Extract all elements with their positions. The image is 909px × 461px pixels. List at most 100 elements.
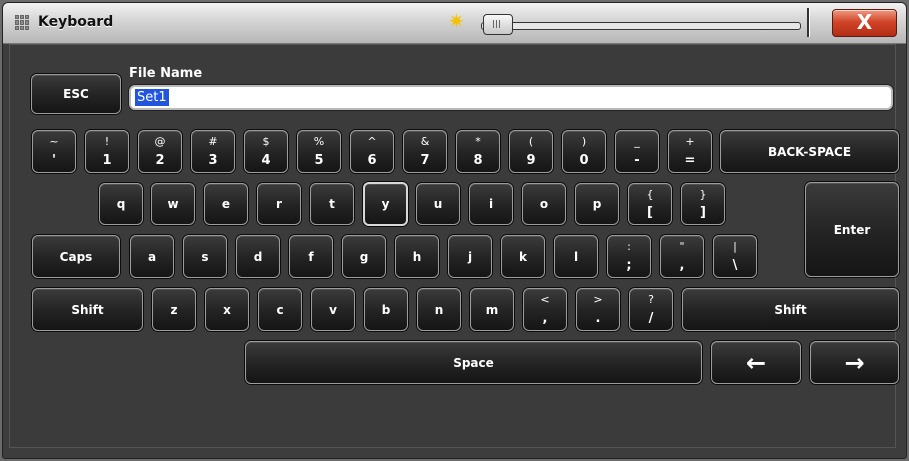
key-k[interactable]: k xyxy=(501,235,545,278)
key-label: \ xyxy=(732,258,738,273)
key-label: Enter xyxy=(833,223,871,237)
key-y[interactable]: y xyxy=(363,182,408,226)
key-shift-left[interactable]: Shift xyxy=(32,288,143,331)
key-comma[interactable]: <, xyxy=(523,288,567,331)
key-enter[interactable]: Enter xyxy=(805,182,899,277)
key-w[interactable]: w xyxy=(151,183,195,225)
key-j[interactable]: j xyxy=(448,235,492,278)
key-label: o xyxy=(539,197,549,211)
key-z[interactable]: z xyxy=(152,288,196,331)
key-minus[interactable]: _ - xyxy=(615,130,659,173)
key-8[interactable]: * 8 xyxy=(456,130,500,173)
key-label: f xyxy=(308,249,314,264)
key-shift-label: | xyxy=(733,240,737,253)
key-s[interactable]: s xyxy=(183,235,227,278)
key-l[interactable]: l xyxy=(554,235,598,278)
key-shift-label: + xyxy=(685,135,695,148)
key-label: , xyxy=(679,258,685,273)
key-u[interactable]: u xyxy=(416,183,460,225)
key-shift-label: ^ xyxy=(367,135,377,148)
key-label: , xyxy=(542,311,548,326)
key-label: p xyxy=(592,197,602,211)
key-label: a xyxy=(147,249,157,264)
key-x[interactable]: x xyxy=(205,288,249,331)
brightness-slider-thumb[interactable] xyxy=(483,14,513,35)
key-4[interactable]: $4 xyxy=(244,130,288,173)
key-shift-label: * xyxy=(475,135,481,148)
key-h[interactable]: h xyxy=(395,235,439,278)
key-p[interactable]: p xyxy=(575,183,619,225)
key-e[interactable]: e xyxy=(204,183,248,225)
key-g[interactable]: g xyxy=(342,235,386,278)
key-t[interactable]: t xyxy=(310,183,354,225)
key-semicolon[interactable]: :; xyxy=(607,235,651,278)
key-shift-label: @ xyxy=(154,135,166,148)
key-label: . xyxy=(595,311,601,326)
key-left-bracket[interactable]: {[ xyxy=(628,183,672,225)
key-v[interactable]: v xyxy=(311,288,355,331)
key-3[interactable]: #3 xyxy=(191,130,235,173)
key-r[interactable]: r xyxy=(257,183,301,225)
key-backspace[interactable]: BACK- SPACE xyxy=(720,130,899,173)
key-label: 7 xyxy=(420,153,430,168)
key-7[interactable]: & 7 xyxy=(403,130,447,173)
key-slash[interactable]: ? / xyxy=(629,288,673,331)
key-label: ] xyxy=(700,205,706,220)
key-d[interactable]: d xyxy=(236,235,280,278)
file-name-label: File Name xyxy=(129,66,203,81)
key-quote[interactable]: ", xyxy=(660,235,704,278)
key-6[interactable]: ^ 6 xyxy=(350,130,394,173)
key-m[interactable]: m xyxy=(470,288,514,331)
brightness-slider-track[interactable] xyxy=(481,22,801,30)
key-1[interactable]: ! 1 xyxy=(85,130,129,173)
key-q[interactable]: q xyxy=(99,183,143,225)
key-space[interactable]: Space xyxy=(245,341,702,384)
close-button[interactable]: X xyxy=(832,9,897,37)
key-label: - xyxy=(634,153,640,168)
key-shift-label: ! xyxy=(104,135,110,148)
key-c[interactable]: c xyxy=(258,288,302,331)
key-n[interactable]: n xyxy=(417,288,461,331)
key-label: j xyxy=(467,249,473,264)
key-period[interactable]: >. xyxy=(576,288,620,331)
key-o[interactable]: o xyxy=(522,183,566,225)
key-caps[interactable]: Caps xyxy=(32,235,120,278)
key-f[interactable]: f xyxy=(289,235,333,278)
key-arrow-left[interactable]: ← xyxy=(711,341,801,384)
file-name-input[interactable]: Set1 xyxy=(129,85,893,110)
key-label: q xyxy=(116,197,126,211)
key-0[interactable]: ) 0 xyxy=(562,130,606,173)
key-tilde[interactable]: ~ ' xyxy=(32,130,76,173)
key-label: x xyxy=(223,302,231,317)
key-5[interactable]: % 5 xyxy=(297,130,341,173)
key-shift-label: ~ xyxy=(49,135,59,148)
key-label: 1 xyxy=(102,153,112,168)
key-i[interactable]: i xyxy=(469,183,513,225)
key-2[interactable]: @2 xyxy=(138,130,182,173)
key-label: s xyxy=(201,249,209,264)
key-esc[interactable]: ESC xyxy=(31,74,121,114)
key-label: 9 xyxy=(526,153,536,168)
key-shift-label: ? xyxy=(648,293,654,306)
key-shift-label: $ xyxy=(262,135,270,148)
key-label: 5 xyxy=(314,153,324,168)
arrow-left-icon: ← xyxy=(745,348,767,377)
key-b[interactable]: b xyxy=(364,288,408,331)
key-arrow-right[interactable]: → xyxy=(810,341,899,384)
key-shift-label: < xyxy=(540,293,550,306)
key-label: l xyxy=(573,249,579,264)
key-label: u xyxy=(433,197,443,211)
key-label: 8 xyxy=(473,153,483,168)
key-label: n xyxy=(434,302,444,317)
key-equals[interactable]: + = xyxy=(668,130,712,173)
key-shift-label: % xyxy=(313,135,325,148)
key-backslash[interactable]: | \ xyxy=(713,235,757,278)
key-label: z xyxy=(170,302,178,317)
key-a[interactable]: a xyxy=(130,235,174,278)
key-label: e xyxy=(221,197,231,211)
key-shift-label: # xyxy=(208,135,218,148)
key-label: ; xyxy=(626,258,632,273)
key-shift-right[interactable]: Shift xyxy=(682,288,899,331)
key-right-bracket[interactable]: }] xyxy=(681,183,725,225)
key-9[interactable]: (9 xyxy=(509,130,553,173)
